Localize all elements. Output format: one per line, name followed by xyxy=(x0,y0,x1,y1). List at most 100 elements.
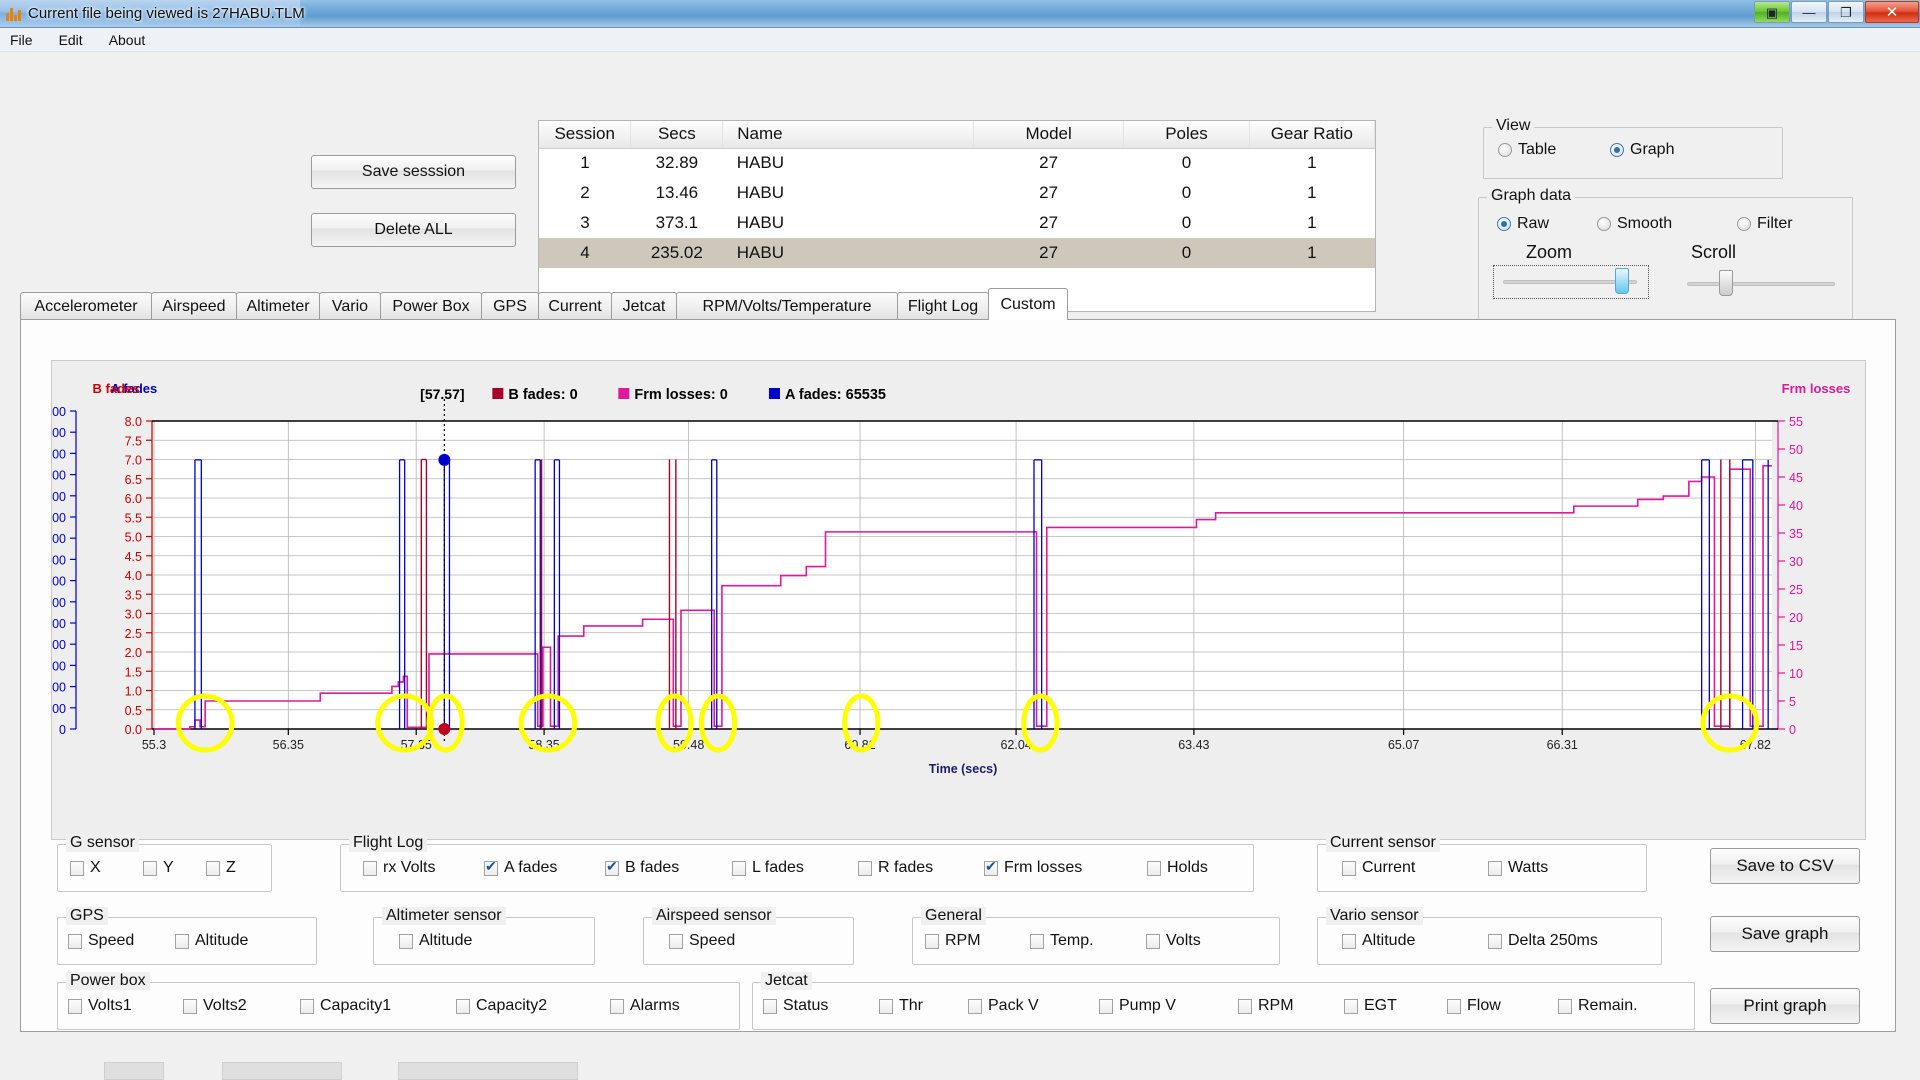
menu-item-about[interactable]: About xyxy=(105,31,150,49)
label-flightlog-frm-losses: Frm losses xyxy=(1004,859,1083,876)
checkbox-airspeed-speed[interactable]: Speed xyxy=(669,932,735,950)
checkbox-jetcat-flow[interactable]: Flow xyxy=(1447,997,1501,1015)
tab-rpm-volts-temperature[interactable]: RPM/Volts/Temperature xyxy=(676,292,898,320)
group-jetcat: Jetcat Status Thr Pack V Pump V RPM EGT … xyxy=(752,972,1695,1030)
column-header-secs[interactable]: Secs xyxy=(630,121,724,149)
checkbox-box-icon xyxy=(68,998,82,1014)
checkbox-flightlog-frm-losses[interactable]: Frm losses xyxy=(984,858,1083,877)
checkbox-jetcat-thr[interactable]: Thr xyxy=(879,997,923,1015)
radio-graphdata-smooth[interactable]: Smooth xyxy=(1597,215,1672,233)
tab-jetcat[interactable]: Jetcat xyxy=(611,292,677,320)
checkbox-general-temp[interactable]: Temp. xyxy=(1030,932,1094,950)
checkbox-flightlog-a-fades[interactable]: A fades xyxy=(484,858,557,877)
checkbox-jetcat-status[interactable]: Status xyxy=(763,997,828,1015)
checkbox-current-sensor-current[interactable]: Current xyxy=(1342,859,1415,877)
restore-green-button[interactable]: ▣ xyxy=(1754,1,1790,23)
table-row[interactable]: 2 13.46 HABU 27 0 1 xyxy=(539,178,1375,208)
radio-view-table[interactable]: Table xyxy=(1498,141,1556,159)
minimize-button[interactable]: — xyxy=(1791,1,1827,23)
delete-all-button[interactable]: Delete ALL xyxy=(311,213,516,247)
checkbox-altimeter-altitude[interactable]: Altitude xyxy=(399,932,472,950)
legend-swatch-2 xyxy=(768,388,780,399)
cursor-marker-a-fades xyxy=(438,453,451,466)
tab-current[interactable]: Current xyxy=(538,292,612,320)
tab-bar: Accelerometer Airspeed Altimeter Vario Power… xyxy=(20,288,1896,320)
label-jetcat-rpm: RPM xyxy=(1258,997,1294,1014)
column-header-name[interactable]: Name xyxy=(722,121,974,149)
checkbox-box-icon xyxy=(1147,860,1161,876)
svg-text:10: 10 xyxy=(1789,667,1803,681)
checkbox-box-icon xyxy=(70,860,84,876)
checkbox-flightlog-b-fades[interactable]: B fades xyxy=(605,858,679,877)
svg-text:56.35: 56.35 xyxy=(273,738,304,752)
table-row[interactable]: 3 373.1 HABU 27 0 1 xyxy=(539,208,1375,238)
checkbox-powerbox-alarms[interactable]: Alarms xyxy=(610,997,680,1015)
radio-dot-icon xyxy=(1737,217,1751,231)
tab-airspeed[interactable]: Airspeed xyxy=(151,292,237,320)
axis-title-b-fades: B fades xyxy=(93,381,140,396)
checkbox-powerbox-volts1[interactable]: Volts1 xyxy=(68,997,132,1015)
checkbox-gps-speed[interactable]: Speed xyxy=(68,932,134,950)
checkbox-powerbox-capacity2[interactable]: Capacity2 xyxy=(456,997,547,1015)
tab-vario[interactable]: Vario xyxy=(319,292,381,320)
checkbox-jetcat-pumpv[interactable]: Pump V xyxy=(1099,997,1176,1015)
menu-item-edit[interactable]: Edit xyxy=(55,31,87,49)
tab-flight-log[interactable]: Flight Log xyxy=(897,292,989,320)
tab-power-box[interactable]: Power Box xyxy=(380,292,482,320)
checkbox-general-rpm[interactable]: RPM xyxy=(925,932,981,950)
checkbox-flightlog-r-fades[interactable]: R fades xyxy=(858,859,933,877)
session-table[interactable]: Session Secs Name Model Poles Gear Ratio… xyxy=(538,120,1376,312)
checkbox-box-icon xyxy=(300,998,314,1014)
group-title-power-box: Power box xyxy=(66,972,150,990)
radio-graphdata-filter[interactable]: Filter xyxy=(1737,215,1793,233)
save-graph-button[interactable]: Save graph xyxy=(1710,916,1860,952)
maximize-button[interactable]: ❐ xyxy=(1828,1,1864,23)
telemetry-chart[interactable]: A fades750007000065000600005500050000450… xyxy=(52,361,1867,841)
checkbox-vario-delta250[interactable]: Delta 250ms xyxy=(1488,932,1598,950)
checkbox-powerbox-capacity1[interactable]: Capacity1 xyxy=(300,997,391,1015)
cell-session: 1 xyxy=(580,153,590,173)
table-row[interactable]: 4 235.02 HABU 27 0 1 xyxy=(539,238,1375,268)
radio-graphdata-raw[interactable]: Raw xyxy=(1497,215,1549,233)
checkbox-jetcat-rpm[interactable]: RPM xyxy=(1238,997,1294,1015)
checkbox-g-sensor-x[interactable]: X xyxy=(70,859,101,877)
group-airspeed-sensor: Airspeed sensor Speed xyxy=(643,907,854,965)
close-button[interactable]: ✕ xyxy=(1865,1,1919,23)
svg-text:5: 5 xyxy=(1789,695,1796,709)
checkbox-gps-altitude[interactable]: Altitude xyxy=(175,932,248,950)
svg-text:15: 15 xyxy=(1789,639,1803,653)
column-header-poles[interactable]: Poles xyxy=(1123,121,1250,149)
tab-altimeter[interactable]: Altimeter xyxy=(236,292,320,320)
radio-view-graph[interactable]: Graph xyxy=(1610,141,1674,159)
checkbox-flightlog-l-fades[interactable]: L fades xyxy=(732,859,804,877)
checkbox-g-sensor-y[interactable]: Y xyxy=(143,859,174,877)
tab-accelerometer[interactable]: Accelerometer xyxy=(20,292,152,320)
checkbox-g-sensor-z[interactable]: Z xyxy=(206,859,236,877)
cell-session: 4 xyxy=(580,243,590,262)
tab-gps[interactable]: GPS xyxy=(481,292,539,320)
checkbox-box-icon xyxy=(68,933,82,949)
column-header-model[interactable]: Model xyxy=(973,121,1125,149)
checkbox-vario-altitude[interactable]: Altitude xyxy=(1342,932,1415,950)
save-session-button[interactable]: Save sesssion xyxy=(311,155,516,189)
checkbox-current-sensor-watts[interactable]: Watts xyxy=(1488,859,1548,877)
save-to-csv-button[interactable]: Save to CSV xyxy=(1710,848,1860,884)
checkbox-jetcat-egt[interactable]: EGT xyxy=(1344,997,1397,1015)
checkbox-box-icon xyxy=(732,860,746,876)
scroll-slider-track[interactable] xyxy=(1687,282,1835,286)
checkbox-box-icon xyxy=(879,998,893,1014)
checkbox-general-volts[interactable]: Volts xyxy=(1146,932,1201,950)
tab-custom[interactable]: Custom xyxy=(988,288,1068,320)
checkbox-flightlog-holds[interactable]: Holds xyxy=(1147,859,1208,877)
label-powerbox-volts2: Volts2 xyxy=(203,997,247,1014)
checkbox-flightlog-rx-volts[interactable]: rx Volts xyxy=(363,859,435,877)
checkbox-powerbox-volts2[interactable]: Volts2 xyxy=(183,997,247,1015)
table-row[interactable]: 1 32.89 HABU 27 0 1 xyxy=(539,148,1375,178)
chart-container[interactable]: A fades750007000065000600005500050000450… xyxy=(51,360,1866,840)
menu-item-file[interactable]: File xyxy=(6,31,37,49)
column-header-gear-ratio[interactable]: Gear Ratio xyxy=(1249,121,1376,149)
print-graph-button[interactable]: Print graph xyxy=(1710,988,1860,1024)
column-header-session[interactable]: Session xyxy=(539,121,632,149)
checkbox-jetcat-packv[interactable]: Pack V xyxy=(968,997,1039,1015)
checkbox-jetcat-remain[interactable]: Remain. xyxy=(1558,997,1638,1015)
